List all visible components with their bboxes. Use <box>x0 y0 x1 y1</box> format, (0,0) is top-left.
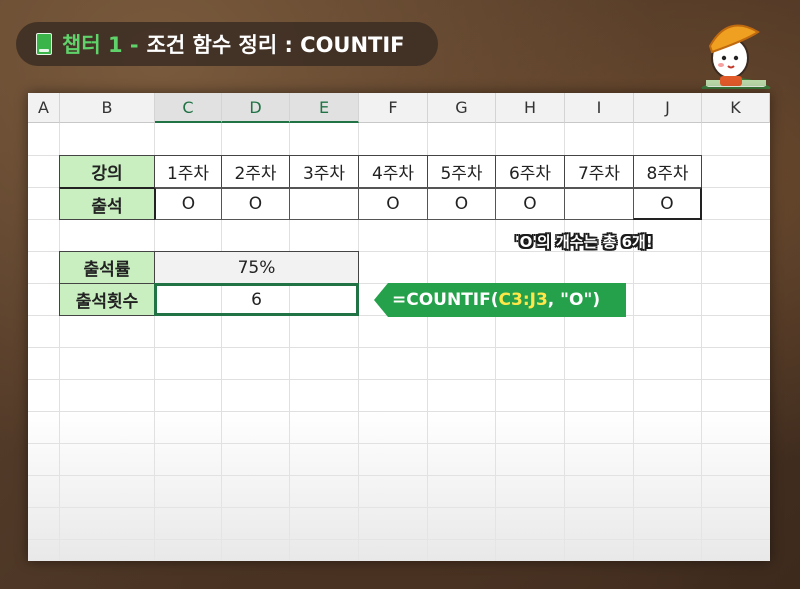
cell-week-6[interactable]: 6주차 <box>495 155 565 188</box>
gridline <box>28 411 770 412</box>
column-header-b[interactable]: B <box>60 93 155 123</box>
gridline <box>28 379 770 380</box>
column-header-d[interactable]: D <box>222 93 290 123</box>
column-header-i[interactable]: I <box>565 93 634 123</box>
green-book-icon <box>36 33 52 55</box>
cell-count-label[interactable]: 출석횟수 <box>59 283 155 316</box>
gridline <box>28 507 770 508</box>
cell-mark-6[interactable]: O <box>495 187 565 220</box>
cell-week-7[interactable]: 7주차 <box>564 155 634 188</box>
cell-week-4[interactable]: 4주차 <box>358 155 428 188</box>
column-header-a[interactable]: A <box>28 93 60 123</box>
cell-mark-3[interactable] <box>289 187 359 220</box>
cell-rate-value[interactable]: 75% <box>154 251 359 284</box>
mascot-character-icon <box>701 24 771 89</box>
cell-week-8[interactable]: 8주차 <box>633 155 702 188</box>
column-header-g[interactable]: G <box>428 93 496 123</box>
formula-suffix: , "O") <box>547 290 601 310</box>
cell-rate-label[interactable]: 출석률 <box>59 251 155 284</box>
cell-week-5[interactable]: 5주차 <box>427 155 496 188</box>
cell-attendance-header[interactable]: 출석 <box>59 187 155 220</box>
column-header-f[interactable]: F <box>359 93 428 123</box>
gridline <box>28 475 770 476</box>
chapter-title-bar: 챕터 1 - 조건 함수 정리 : COUNTIF <box>16 22 438 66</box>
column-header-k[interactable]: K <box>702 93 770 123</box>
gridline <box>28 443 770 444</box>
selected-cell-count-value[interactable]: 6 <box>154 283 359 316</box>
topic-label: 조건 함수 정리 : COUNTIF <box>146 33 405 57</box>
formula-range: C3:J3 <box>498 290 548 310</box>
cell-mark-7[interactable] <box>564 187 634 220</box>
chapter-label: 챕터 1 - <box>62 33 139 57</box>
column-header-h[interactable]: H <box>496 93 565 123</box>
gridline <box>28 347 770 348</box>
cell-week-2[interactable]: 2주차 <box>221 155 290 188</box>
column-header-e[interactable]: E <box>290 93 359 123</box>
cell-lecture-header[interactable]: 강의 <box>59 155 155 188</box>
spreadsheet-area: A B C D E F G H I J K 강의 1주차 2주차 3주차 4주차… <box>28 93 770 561</box>
formula-callout: =COUNTIF(C3:J3, "O") <box>374 283 626 317</box>
cell-mark-4[interactable]: O <box>358 187 428 220</box>
cell-week-1[interactable]: 1주차 <box>154 155 222 188</box>
annotation-note: 'O'의 개수는 총 6개! <box>515 233 653 251</box>
cell-mark-2[interactable]: O <box>221 187 290 220</box>
cell-week-3[interactable]: 3주차 <box>289 155 359 188</box>
column-header-j[interactable]: J <box>634 93 702 123</box>
column-header-c[interactable]: C <box>155 93 222 123</box>
cell-mark-1[interactable]: O <box>154 187 222 220</box>
cell-mark-5[interactable]: O <box>427 187 496 220</box>
formula-prefix: =COUNTIF( <box>392 290 499 310</box>
cell-mark-8[interactable]: O <box>633 187 702 220</box>
gridline <box>28 539 770 540</box>
